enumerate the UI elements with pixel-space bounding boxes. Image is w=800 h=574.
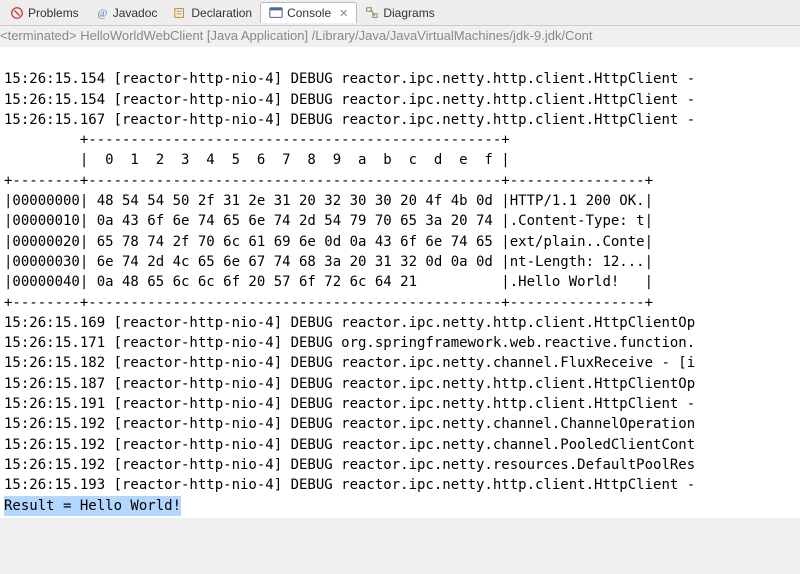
tab-diagrams[interactable]: Diagrams xyxy=(357,3,442,23)
console-log-line: +--------+------------------------------… xyxy=(4,293,796,313)
svg-text:@: @ xyxy=(97,8,107,19)
tab-javadoc[interactable]: @ Javadoc xyxy=(87,3,166,23)
console-output[interactable]: 15:26:15.154 [reactor-http-nio-4] DEBUG … xyxy=(0,47,800,518)
console-log-line: |00000000| 48 54 54 50 2f 31 2e 31 20 32… xyxy=(4,191,796,211)
tab-label: Console xyxy=(287,6,331,20)
console-log-line: 15:26:15.193 [reactor-http-nio-4] DEBUG … xyxy=(4,475,796,495)
javadoc-icon: @ xyxy=(95,6,109,20)
tab-problems[interactable]: Problems xyxy=(2,3,87,23)
console-log-line: 15:26:15.154 [reactor-http-nio-4] DEBUG … xyxy=(4,90,796,110)
console-log-line: +--------+------------------------------… xyxy=(4,171,796,191)
diagrams-icon xyxy=(365,6,379,20)
console-log-line: 15:26:15.192 [reactor-http-nio-4] DEBUG … xyxy=(4,435,796,455)
tab-label: Problems xyxy=(28,6,79,20)
console-log-line: 15:26:15.192 [reactor-http-nio-4] DEBUG … xyxy=(4,414,796,434)
console-log-line: 15:26:15.169 [reactor-http-nio-4] DEBUG … xyxy=(4,313,796,333)
tab-label: Declaration xyxy=(191,6,252,20)
problems-icon xyxy=(10,6,24,20)
declaration-icon xyxy=(173,6,187,20)
console-log-line: |00000040| 0a 48 65 6c 6c 6f 20 57 6f 72… xyxy=(4,272,796,292)
tab-console[interactable]: Console ✕ xyxy=(260,2,357,23)
console-icon xyxy=(269,6,283,20)
console-log-line: |00000010| 0a 43 6f 6e 74 65 6e 74 2d 54… xyxy=(4,211,796,231)
view-tab-bar: Problems @ Javadoc Declaration Console ✕… xyxy=(0,0,800,26)
console-log-line: 15:26:15.191 [reactor-http-nio-4] DEBUG … xyxy=(4,394,796,414)
console-log-line: 15:26:15.167 [reactor-http-nio-4] DEBUG … xyxy=(4,110,796,130)
console-log-line: 15:26:15.192 [reactor-http-nio-4] DEBUG … xyxy=(4,455,796,475)
console-log-line: 15:26:15.171 [reactor-http-nio-4] DEBUG … xyxy=(4,333,796,353)
console-log-line: | 0 1 2 3 4 5 6 7 8 9 a b c d e f | xyxy=(4,150,796,170)
console-log-line: |00000020| 65 78 74 2f 70 6c 61 69 6e 0d… xyxy=(4,232,796,252)
console-log-line: +---------------------------------------… xyxy=(4,130,796,150)
tab-label: Javadoc xyxy=(113,6,158,20)
console-log-line: |00000030| 6e 74 2d 4c 65 6e 67 74 68 3a… xyxy=(4,252,796,272)
tab-declaration[interactable]: Declaration xyxy=(165,3,260,23)
tab-label: Diagrams xyxy=(383,6,434,20)
console-log-line: 15:26:15.182 [reactor-http-nio-4] DEBUG … xyxy=(4,353,796,373)
process-status-line: <terminated> HelloWorldWebClient [Java A… xyxy=(0,26,800,47)
console-log-line: 15:26:15.154 [reactor-http-nio-4] DEBUG … xyxy=(4,69,796,89)
close-icon[interactable]: ✕ xyxy=(339,7,348,20)
result-line: Result = Hello World! xyxy=(4,496,181,516)
console-log-line: 15:26:15.187 [reactor-http-nio-4] DEBUG … xyxy=(4,374,796,394)
